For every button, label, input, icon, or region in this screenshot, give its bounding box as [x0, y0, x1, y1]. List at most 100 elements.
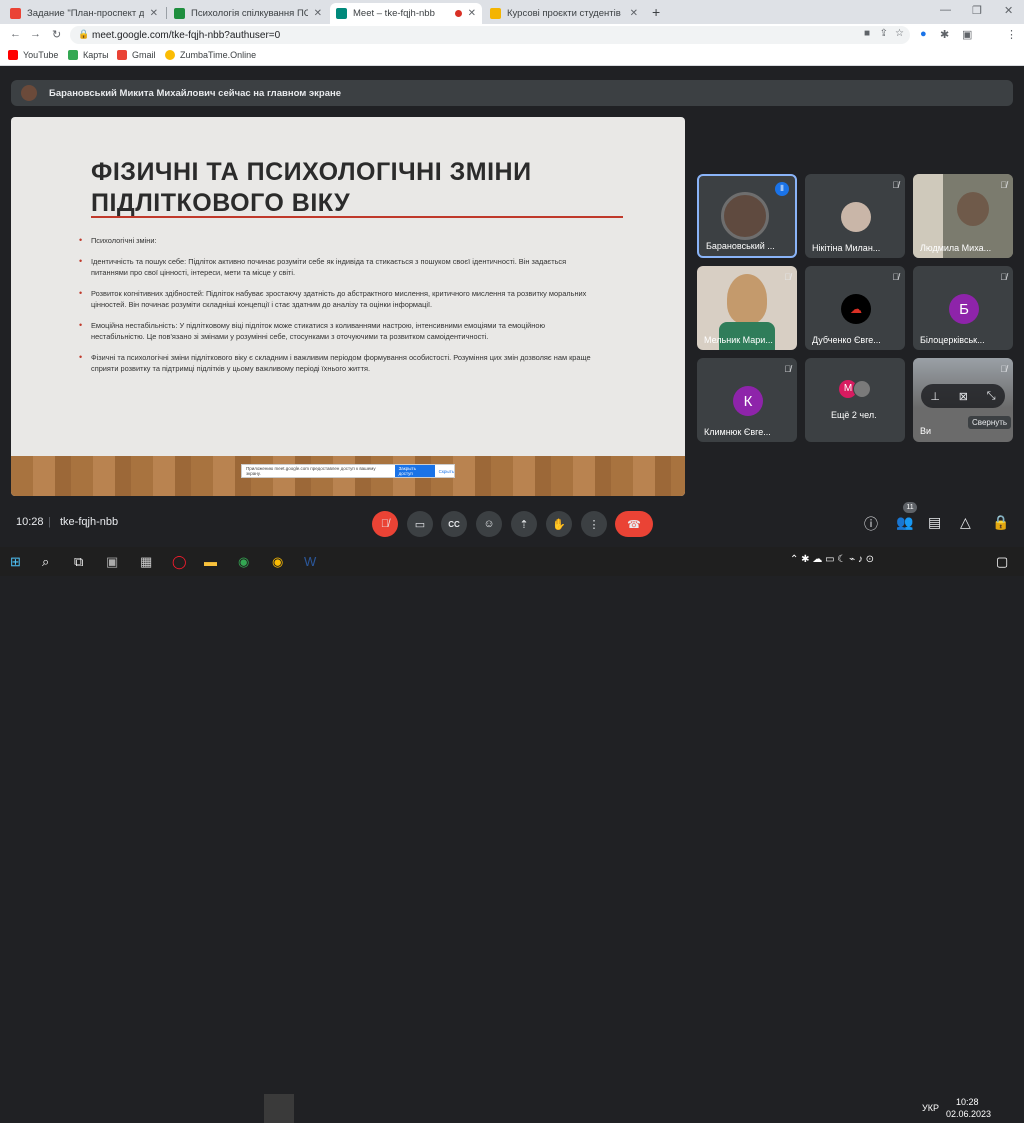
gmail-icon — [10, 8, 21, 19]
sidepanel-icon[interactable]: ▣ — [962, 28, 972, 41]
clock-date[interactable]: 02.06.2023 — [946, 1109, 991, 1119]
tab-assignment[interactable]: Задание "План-проспект до кур ✕ — [4, 3, 164, 24]
host-controls-icon[interactable]: 🔒 — [992, 514, 1009, 531]
chat-icon[interactable]: ▤ — [928, 514, 941, 531]
avatar: Б — [949, 294, 979, 324]
camera-toggle-button[interactable]: ▭ — [407, 511, 433, 537]
classroom-icon — [174, 8, 185, 19]
active-app-highlight — [264, 1094, 294, 1123]
hide-self-icon[interactable]: ⊠ — [959, 390, 968, 403]
close-icon[interactable]: ✕ — [150, 8, 158, 19]
search-icon[interactable]: ⌕ — [42, 554, 49, 570]
windows-taskbar: ⊞ ⌕ ⧉ ▣ ▦ ◯ ▬ ◉ ◉ W ⌃ ✱ ☁ ▭ ☾ ⌁ ♪ ⊙ УКР … — [0, 547, 1024, 1123]
meeting-info-icon[interactable]: ⓘ — [864, 514, 878, 534]
bookmark-zumbatime[interactable]: ZumbaTime.Online — [165, 50, 256, 60]
title-underline — [91, 216, 623, 218]
participant-tile[interactable]: 🎙̸ Людмила Миха... — [913, 174, 1013, 258]
tab-course-projects[interactable]: Курсові проєкти студентів ✕ — [484, 3, 644, 24]
slide-bullet: Розвиток когнітивних здібностей: Підліто… — [79, 288, 599, 311]
pin-icon[interactable]: ⊥ — [930, 390, 940, 403]
youtube-icon — [8, 50, 18, 60]
captions-button[interactable]: CC — [441, 511, 467, 537]
more-options-button[interactable]: ⋮ — [581, 511, 607, 537]
slide-bullet: Емоційна нестабільність: У підлітковому … — [79, 320, 599, 343]
gmail-icon — [117, 50, 127, 60]
bookmark-maps[interactable]: Карты — [68, 50, 109, 60]
reload-icon[interactable]: ↻ — [52, 28, 61, 41]
bookmark-youtube[interactable]: YouTube — [8, 50, 58, 60]
bookmark-gmail[interactable]: Gmail — [117, 50, 156, 60]
speaking-indicator-icon: ⦀ — [775, 182, 789, 196]
close-window-icon[interactable]: ✕ — [1004, 4, 1013, 17]
word-icon[interactable]: W — [304, 554, 316, 569]
restore-icon[interactable]: ❐ — [972, 4, 982, 17]
bookmarks-bar: YouTube Карты Gmail ZumbaTime.Online — [0, 46, 1024, 66]
participant-name: Мельник Мари... — [704, 335, 773, 345]
mic-off-icon: 🎙̸ — [892, 272, 899, 282]
participant-face — [957, 192, 989, 226]
hide-notice-button[interactable]: Скрыть — [439, 469, 454, 474]
participant-tile[interactable]: 🎙̸ ☁ Дубченко Євге... — [805, 266, 905, 350]
keyboard-language[interactable]: УКР — [922, 1103, 939, 1113]
hangup-icon: ☎ — [627, 518, 641, 531]
avatar — [841, 202, 871, 232]
mic-toggle-button[interactable]: 🎙̸ — [372, 511, 398, 537]
menu-icon[interactable]: ⋮ — [1006, 28, 1017, 41]
windows-start-icon[interactable]: ⊞ — [10, 554, 21, 570]
share-icon[interactable]: ⇪ — [880, 28, 888, 39]
reactions-button[interactable]: ☺ — [476, 511, 502, 537]
participant-tile[interactable]: 🎙̸ Нікітіна Милан... — [805, 174, 905, 258]
back-icon[interactable]: ← — [10, 28, 21, 40]
mic-off-icon: 🎙̸ — [1000, 272, 1007, 282]
tab-meet[interactable]: Meet – tke-fqjh-nbb ✕ — [330, 3, 482, 24]
opera-icon[interactable]: ◯ — [172, 554, 187, 570]
classroom-icon — [490, 8, 501, 19]
file-explorer-icon[interactable]: ▬ — [204, 554, 217, 569]
emoji-icon: ☺ — [483, 518, 495, 530]
notifications-icon[interactable]: ▢ — [996, 554, 1008, 570]
minimize-self-icon[interactable]: ⤡ — [987, 390, 996, 403]
bookmark-label: Gmail — [132, 50, 156, 60]
minimize-icon[interactable]: — — [940, 4, 951, 16]
stop-sharing-button[interactable]: Закрыть доступ — [394, 465, 435, 477]
self-view-controls: ⊥ ⊠ ⤡ — [921, 384, 1005, 408]
slide-title-line2: ПІДЛІТКОВОГО ВІКУ — [91, 189, 351, 217]
tray-icons[interactable]: ⌃ ✱ ☁ ▭ ☾ ⌁ ♪ ⊙ — [790, 554, 874, 565]
mic-off-icon: 🎙̸ — [1000, 180, 1007, 190]
close-icon[interactable]: ✕ — [468, 8, 476, 19]
present-icon: ⇡ — [519, 518, 529, 531]
more-participants-tile[interactable]: М Ещё 2 чел. — [805, 358, 905, 442]
participant-tile[interactable]: ⦀ Барановський ... — [697, 174, 797, 258]
camera-icon[interactable]: ■ — [864, 28, 870, 39]
close-icon[interactable]: ✕ — [630, 8, 638, 19]
browser-tab-strip: Задание "План-проспект до кур ✕ Психолог… — [0, 0, 1024, 24]
close-icon[interactable]: ✕ — [314, 8, 322, 19]
raise-hand-button[interactable]: ✋ — [546, 511, 572, 537]
participant-tile[interactable]: 🎙̸ Мельник Мари... — [697, 266, 797, 350]
meet-icon — [336, 8, 347, 19]
address-bar[interactable]: 🔒 meet.google.com/tke-fqjh-nbb?authuser=… — [70, 26, 910, 44]
share-notice-text: Приложению meet.google.com предоставлен … — [246, 466, 376, 476]
meeting-time: 10:28 — [16, 516, 44, 528]
extension-icon[interactable]: ● — [920, 28, 927, 40]
chrome-icon[interactable]: ◉ — [272, 554, 283, 570]
slide-bullets: Психологічні зміни: Ідентичність та пошу… — [79, 235, 599, 384]
task-view-icon[interactable]: ⧉ — [74, 554, 83, 570]
leave-call-button[interactable]: ☎ — [615, 511, 653, 537]
people-icon[interactable]: 👥 — [896, 514, 913, 531]
extensions-puzzle-icon[interactable]: ✱ — [940, 28, 949, 41]
tab-title: Психологія спілкування ПС-11 — [191, 8, 308, 19]
activities-icon[interactable]: △ — [960, 514, 971, 531]
store-icon[interactable]: ▣ — [106, 554, 118, 570]
self-view-tile[interactable]: 🎙̸ ⊥ ⊠ ⤡ Ви — [913, 358, 1013, 442]
calculator-icon[interactable]: ▦ — [140, 554, 152, 570]
chrome-icon[interactable]: ◉ — [238, 554, 249, 570]
tab-psychology[interactable]: Психологія спілкування ПС-11 ✕ — [168, 3, 328, 24]
clock-time[interactable]: 10:28 — [956, 1097, 979, 1107]
star-icon[interactable]: ☆ — [895, 28, 904, 39]
forward-icon[interactable]: → — [30, 28, 41, 40]
participant-tile[interactable]: 🎙̸ Б Білоцерківськ... — [913, 266, 1013, 350]
new-tab-icon[interactable]: + — [652, 4, 660, 20]
participant-tile[interactable]: 🎙̸ К Климнюк Євге... — [697, 358, 797, 442]
present-button[interactable]: ⇡ — [511, 511, 537, 537]
